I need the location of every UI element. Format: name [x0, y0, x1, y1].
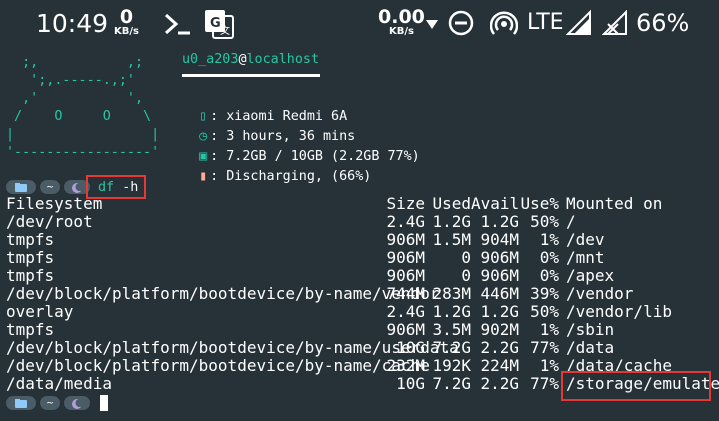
ascii-logo: ;, ,; ';,.-----.,;' ,' ', / O O \ | | '-…: [6, 55, 160, 160]
cell-used: 0: [461, 248, 471, 267]
cell-avail: 2.2G: [480, 374, 519, 393]
cell-avail: 902M: [480, 320, 519, 339]
mount-highlight-box: [561, 371, 711, 401]
cell-filesystem: overlay: [6, 302, 74, 321]
network-type: LTE: [527, 10, 564, 35]
cell-used: 1.2G: [432, 302, 471, 321]
cell-mounted-on: /: [566, 212, 576, 231]
cell-mounted-on: /vendor: [566, 284, 634, 303]
user-host: u0_a203@localhost: [182, 52, 319, 67]
cell-filesystem: tmpfs: [6, 230, 55, 249]
cell-size: 744M: [386, 284, 425, 303]
cell-size: 906M: [386, 230, 425, 249]
battery-percent: 66%: [636, 9, 690, 37]
cell-use-pct: 1%: [539, 320, 559, 339]
cell-mounted-on: /apex: [566, 266, 615, 285]
hostname: localhost: [246, 52, 320, 67]
cell-size: 10G: [396, 338, 425, 357]
cell-avail: 1.2G: [480, 302, 519, 321]
cell-size: 10G: [396, 374, 425, 393]
header-mounted-on: Mounted on: [566, 194, 663, 213]
prompt-line-active[interactable]: ~: [6, 394, 108, 412]
cell-filesystem: /dev/block/platform/bootdevice/by-name/v…: [6, 284, 440, 303]
cwd-tilde: ~: [40, 180, 60, 194]
username: u0_a203: [182, 52, 239, 67]
header-avail: Avail: [471, 194, 520, 213]
cell-filesystem: /dev/block/platform/bootdevice/by-name/c…: [6, 356, 430, 375]
info-row-memory: ▣: 7.2GB / 10GB (2.2GB 77%): [180, 127, 420, 164]
cell-avail: 906M: [480, 266, 519, 285]
header-use-pct: Use%: [520, 194, 559, 213]
signal-off-icon: [602, 10, 627, 35]
cell-used: 0: [461, 266, 471, 285]
dnd-icon: [448, 10, 474, 36]
info-row-device: ▯: xiaomi Redmi 6A: [180, 87, 347, 124]
cwd-tilde: ~: [40, 396, 60, 410]
cell-use-pct: 77%: [530, 338, 559, 357]
cell-used: 3.5M: [432, 320, 471, 339]
folder-icon: [6, 396, 36, 410]
info-underline: [182, 74, 320, 77]
cell-avail: 446M: [480, 284, 519, 303]
cell-use-pct: 0%: [539, 266, 559, 285]
status-bar: 10:49 0 KB/s G 文 0.00 KB/s LTE 66%: [0, 0, 719, 46]
cell-use-pct: 1%: [539, 356, 559, 375]
cell-used: 283M: [432, 284, 471, 303]
cell-filesystem: /data/media: [6, 374, 112, 393]
header-filesystem: Filesystem: [6, 194, 103, 213]
info-row-battery: ▮: Discharging, (66%): [180, 147, 371, 184]
translate-icon: G 文: [205, 10, 234, 39]
cell-avail: 1.2G: [480, 212, 519, 231]
header-size: Size: [386, 194, 425, 213]
cell-avail: 904M: [480, 230, 519, 249]
cell-use-pct: 50%: [530, 302, 559, 321]
cell-size: 906M: [386, 320, 425, 339]
cell-size: 2.4G: [386, 212, 425, 231]
svg-text:文: 文: [220, 24, 230, 37]
at-sign: @: [238, 52, 247, 67]
cell-filesystem: /dev/root: [6, 212, 93, 231]
cell-filesystem: tmpfs: [6, 248, 55, 267]
cell-use-pct: 0%: [539, 248, 559, 267]
cell-size: 906M: [386, 248, 425, 267]
cell-avail: 906M: [480, 248, 519, 267]
cell-avail: 224M: [480, 356, 519, 375]
cell-use-pct: 39%: [530, 284, 559, 303]
cell-mounted-on: /vendor/lib: [566, 302, 672, 321]
cell-used: 7.2G: [432, 338, 471, 357]
header-used: Used: [432, 194, 471, 213]
cell-used: 1.2G: [432, 212, 471, 231]
cell-use-pct: 77%: [530, 374, 559, 393]
cell-used: 192K: [432, 356, 471, 375]
cell-mounted-on: /data: [566, 338, 615, 357]
cell-filesystem: tmpfs: [6, 320, 55, 339]
cell-size: 906M: [386, 266, 425, 285]
cell-size: 232M: [386, 356, 425, 375]
terminal-cursor[interactable]: [100, 395, 108, 411]
network-speed-right: 0.00 KB/s: [378, 6, 425, 37]
hotspot-icon: [490, 11, 518, 35]
cell-mounted-on: /mnt: [566, 248, 605, 267]
cell-mounted-on: /sbin: [566, 320, 615, 339]
terminal-icon: [164, 13, 190, 35]
cell-mounted-on: /dev: [566, 230, 605, 249]
cell-used: 7.2G: [432, 374, 471, 393]
cell-size: 2.4G: [386, 302, 425, 321]
cell-avail: 2.2G: [480, 338, 519, 357]
cell-filesystem: tmpfs: [6, 266, 55, 285]
info-row-uptime: ◷: 3 hours, 36 mins: [180, 107, 355, 144]
signal-icon: [566, 10, 591, 35]
network-speed-left: 0 KB/s: [114, 6, 139, 37]
cell-use-pct: 1%: [539, 230, 559, 249]
cell-used: 1.5M: [432, 230, 471, 249]
moon-icon: [64, 396, 90, 410]
cell-use-pct: 50%: [530, 212, 559, 231]
data-arrow-down-icon: [426, 20, 438, 29]
battery-icon: ▮: [199, 169, 208, 184]
clock: 10:49: [36, 9, 109, 38]
folder-icon: [6, 180, 36, 194]
